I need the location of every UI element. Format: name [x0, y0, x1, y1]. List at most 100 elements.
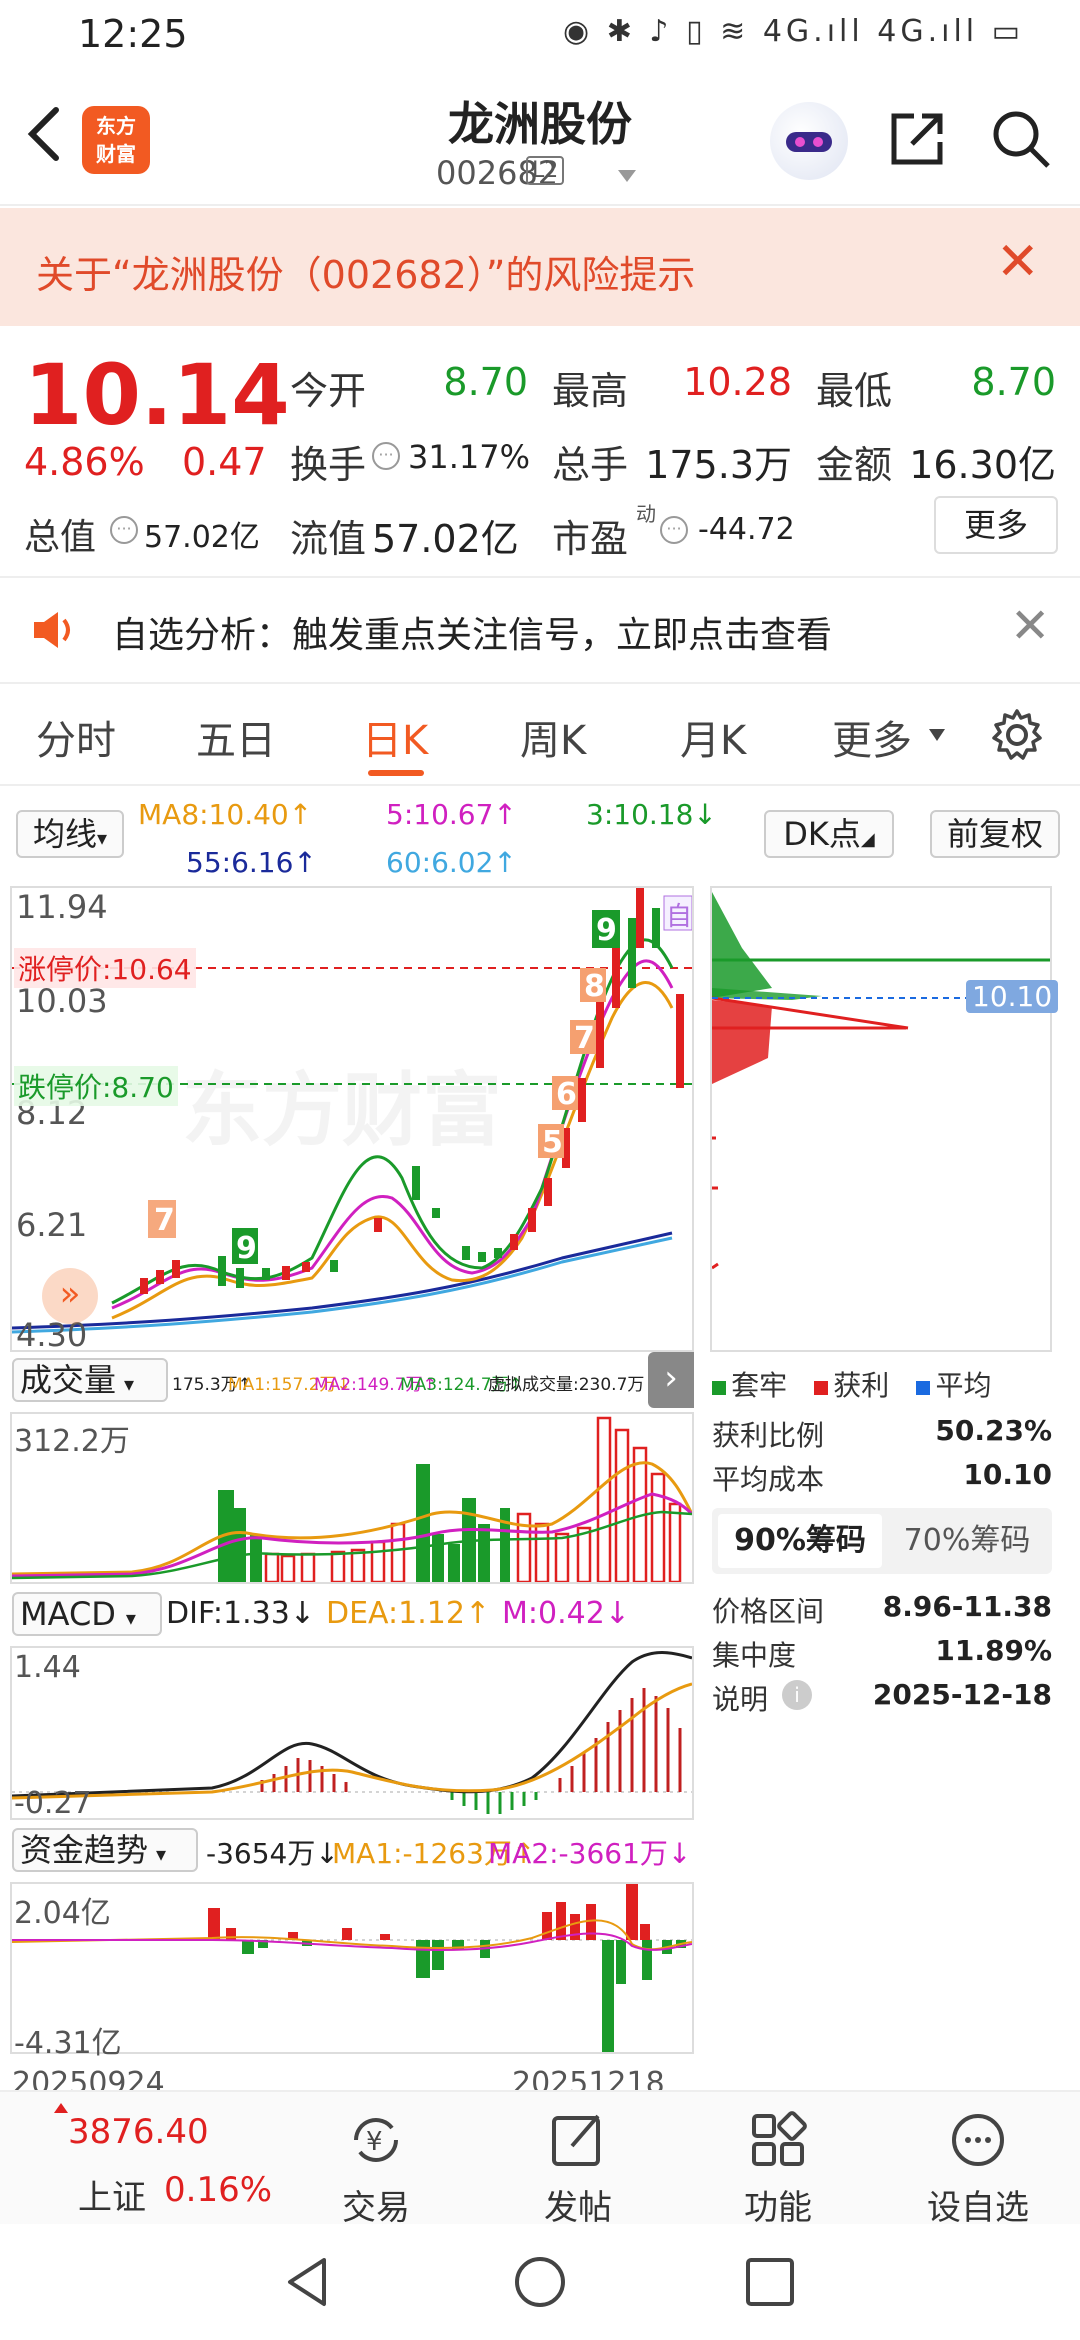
ma5-value: 5:10.67↑	[386, 798, 517, 831]
tab-five-day[interactable]: 五日	[196, 708, 276, 766]
assistant-avatar[interactable]	[770, 102, 848, 180]
svg-text:7: 7	[154, 1203, 175, 1238]
analysis-notice[interactable]: 自选分析：触发重点关注信号，立即点击查看 ✕	[0, 578, 1080, 682]
avg-price-tag: 10.10	[966, 980, 1059, 1013]
yuan-cycle-icon: ¥	[354, 2118, 398, 2162]
high-label: 最高	[552, 369, 629, 413]
svg-text:¥: ¥	[366, 2127, 383, 2157]
notice-text[interactable]: 自选分析：触发重点关注信号，立即点击查看	[112, 606, 832, 658]
caret-down-icon: ▾	[124, 1372, 135, 1396]
volume-value: 175.3万	[645, 443, 792, 487]
volume-chart[interactable]: 312.2万	[10, 1412, 694, 1584]
info-icon[interactable]: ···	[110, 516, 138, 544]
legend-avg: 平均	[935, 1369, 992, 1402]
chip-tabs: 90%筹码 70%筹码	[712, 1508, 1052, 1574]
tab-daily-k[interactable]: 日K	[362, 708, 428, 766]
index-percent[interactable]: 0.16%	[164, 2170, 272, 2210]
index-name[interactable]: 上证	[78, 2170, 146, 2219]
share-icon[interactable]	[884, 106, 950, 172]
gear-icon[interactable]	[990, 708, 1044, 762]
nav-post-label: 发帖	[544, 2188, 612, 2228]
period-tabs: 分时 五日 日K 周K 月K 更多	[0, 684, 1080, 784]
caret-down-icon: ▾	[156, 1842, 167, 1866]
l2-badge[interactable]: L2	[526, 156, 565, 185]
note-label: 说明	[712, 1683, 769, 1716]
volume-y-top: 312.2万	[14, 1424, 130, 1459]
close-icon[interactable]: ✕	[1010, 598, 1050, 654]
nav-function[interactable]: 功能	[708, 2110, 848, 2229]
quote-panel: 10.14 4.86% 0.47 今开 8.70 最高 10.28 最低 8.7…	[0, 326, 1080, 576]
search-icon[interactable]	[988, 106, 1054, 172]
svg-text:7: 7	[574, 1021, 595, 1056]
risk-banner[interactable]: 关于“龙洲股份（002682）”的风险提示 ✕	[0, 208, 1080, 326]
fund-trend-label: 资金趋势	[20, 1831, 149, 1869]
avg-cost-label: 平均成本	[712, 1463, 825, 1496]
header: 东方 财富 龙洲股份 002682 L2	[0, 70, 1080, 206]
dk-point-button[interactable]: DK点◢	[764, 810, 894, 858]
nav-trade[interactable]: ¥ 交易	[306, 2110, 446, 2229]
change-percent: 4.86%	[24, 440, 145, 484]
tab-weekly-k[interactable]: 周K	[520, 708, 586, 766]
chip-svg	[711, 892, 1050, 1270]
recents-square-icon[interactable]	[742, 2254, 798, 2310]
tab-monthly-k[interactable]: 月K	[680, 708, 746, 766]
caret-down-icon[interactable]	[616, 168, 638, 184]
low-label: 最低	[816, 369, 893, 413]
edit-icon	[552, 2114, 600, 2166]
legend-swatch-avg	[916, 1381, 931, 1395]
svg-text:9: 9	[596, 913, 617, 948]
home-circle-icon[interactable]	[512, 2254, 568, 2310]
ma-selector[interactable]: 均线▾	[16, 810, 124, 858]
status-icons: ◉ ✱ ♪ ▯ ≋ 4G.ıll 4G.ıll ▭	[563, 14, 1024, 49]
double-chevron-icon[interactable]: »	[42, 1268, 98, 1324]
info-icon[interactable]: i	[782, 1680, 812, 1710]
price-range-value: 8.96-11.38	[882, 1590, 1052, 1623]
fund-trend-chart[interactable]: 2.04亿 -4.31亿	[10, 1882, 694, 2061]
tab-chip-90[interactable]: 90%筹码	[718, 1514, 882, 1568]
price-range-label: 价格区间	[712, 1595, 825, 1628]
back-triangle-icon[interactable]	[280, 2254, 336, 2310]
chip-distribution-chart[interactable]: 10.10	[710, 886, 1059, 1352]
risk-text[interactable]: 关于“龙洲股份（002682）”的风险提示	[36, 244, 695, 299]
open-label: 今开	[290, 369, 367, 413]
ma60-value: 60:6.02↑	[386, 846, 517, 879]
info-icon[interactable]: ···	[372, 442, 400, 470]
watermark: 东方财富	[182, 1064, 502, 1157]
kline-chart[interactable]: 东方财富 7 9 9 8 7 6 5 11.94 10.03 8.12 6.21…	[10, 886, 694, 1354]
y-axis-4: 6.21	[16, 1206, 88, 1244]
tab-more[interactable]: 更多	[832, 708, 912, 766]
nav-post[interactable]: 发帖	[508, 2110, 648, 2229]
avg-cost-value: 10.10	[963, 1458, 1052, 1491]
legend-profit: 获利	[833, 1369, 890, 1402]
macd-dif: DIF:1.33↓	[166, 1596, 315, 1631]
volume-selector[interactable]: 成交量 ▾	[12, 1358, 168, 1402]
adjust-button[interactable]: 前复权	[930, 810, 1060, 858]
macd-dea: DEA:1.12↑	[326, 1596, 491, 1631]
status-time: 12:25	[78, 12, 188, 56]
nav-add-favorite[interactable]: 设自选	[908, 2110, 1048, 2229]
index-value[interactable]: 3876.40	[68, 2112, 209, 2152]
info-icon[interactable]: ···	[660, 516, 688, 544]
legend-swatch-trap	[712, 1381, 726, 1395]
close-icon[interactable]: ✕	[996, 232, 1040, 292]
macd-selector[interactable]: MACD ▾	[12, 1592, 162, 1636]
expand-arrow-icon[interactable]: ›	[648, 1352, 694, 1408]
mktcap-label: 总值	[24, 517, 97, 558]
macd-svg	[11, 1651, 693, 1814]
fund-y-top: 2.04亿	[14, 1896, 111, 1931]
note-date: 2025-12-18	[872, 1678, 1052, 1711]
nav-add-favorite-label: 设自选	[927, 2188, 1029, 2228]
macd-chart[interactable]: 1.44 -0.27	[10, 1646, 694, 1821]
caret-down-icon: ▾	[125, 1606, 136, 1630]
divider	[0, 784, 1080, 786]
caret-down-icon[interactable]	[928, 728, 946, 742]
status-bar: 12:25 ◉ ✱ ♪ ▯ ≋ 4G.ıll 4G.ıll ▭	[0, 0, 1080, 70]
limit-down-label: 跌停价:8.70	[14, 1066, 178, 1106]
tab-intraday[interactable]: 分时	[36, 708, 116, 766]
profit-ratio-label: 获利比例	[712, 1419, 825, 1452]
mktcap-value: 57.02亿	[144, 520, 260, 555]
profit-ratio-value: 50.23%	[935, 1414, 1052, 1447]
fund-trend-selector[interactable]: 资金趋势 ▾	[12, 1828, 198, 1872]
tab-chip-70[interactable]: 70%筹码	[888, 1514, 1046, 1568]
more-button[interactable]: 更多	[934, 496, 1058, 554]
